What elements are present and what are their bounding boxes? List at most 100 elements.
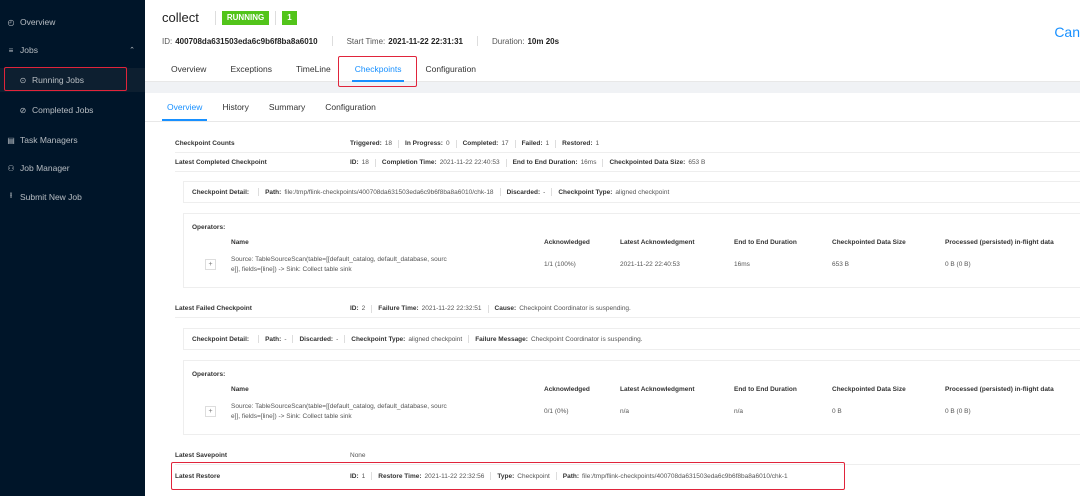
expand-row-button[interactable]: + xyxy=(205,259,216,270)
sidebar-item-submit-new-job[interactable]: ⭱ Submit New Job xyxy=(0,185,145,209)
subtab-configuration[interactable]: Configuration xyxy=(320,93,381,121)
inflight-value: 0 B (0 B) xyxy=(945,408,971,415)
completion-time-label: Completion Time: xyxy=(381,159,437,166)
e2e-value: 16ms xyxy=(734,261,750,268)
checkpoint-type: aligned checkpoint xyxy=(615,188,670,196)
checkpoint-path: - xyxy=(284,335,287,343)
col-latest-ack: Latest Acknowledgment xyxy=(620,386,695,393)
latest-failed-label: Latest Failed Checkpoint xyxy=(175,305,252,312)
col-name: Name xyxy=(231,239,249,246)
col-name: Name xyxy=(231,386,249,393)
e2e-value: n/a xyxy=(734,408,744,415)
checkpoint-type: aligned checkpoint xyxy=(408,335,463,343)
highlight-running-jobs xyxy=(4,67,127,91)
id-label: ID: xyxy=(162,36,173,46)
tab-exceptions[interactable]: Exceptions xyxy=(221,56,281,82)
job-tabs: Overview Exceptions TimeLine Checkpoints… xyxy=(162,56,491,82)
sidebar-item-label: Overview xyxy=(20,17,56,27)
subtab-history[interactable]: History xyxy=(217,93,253,121)
divider xyxy=(214,10,216,25)
data-size: 653 B xyxy=(688,159,706,166)
col-acknowledged: Acknowledged xyxy=(544,386,590,393)
col-latest-ack: Latest Acknowledgment xyxy=(620,239,695,246)
operator-name: Source: TableSourceScan(table=[[default_… xyxy=(231,403,447,420)
latest-failed-row: Latest Failed Checkpoint ID: 2 Failure Ti… xyxy=(175,300,1080,318)
data-size-value: 0 B xyxy=(832,408,842,415)
tab-overview[interactable]: Overview xyxy=(162,56,215,82)
data-size-label: Checkpointed Data Size: xyxy=(609,159,686,166)
discarded-value: - xyxy=(543,188,546,196)
duration: 10m 20s xyxy=(527,36,560,46)
sidebar-item-overview[interactable]: ◴ Overview xyxy=(0,10,145,34)
failure-time: 2021-11-22 22:32:51 xyxy=(421,305,482,312)
e2e-duration: 16ms xyxy=(580,159,597,166)
server-icon: ▤ xyxy=(7,135,15,145)
sidebar-item-task-managers[interactable]: ▤ Task Managers xyxy=(0,128,145,152)
in-progress-label: In Progress: xyxy=(405,140,443,147)
sidebar: ◴ Overview ≡ Jobs ⌃ ⊙ Running Jobs ⊘ Com… xyxy=(0,0,145,496)
cause-label: Cause: xyxy=(494,305,517,312)
checkpoint-type-label: Checkpoint Type: xyxy=(351,335,406,343)
sidebar-item-completed-jobs[interactable]: ⊘ Completed Jobs xyxy=(0,98,145,122)
checkpoint-id: 18 xyxy=(361,159,369,166)
acknowledged-value: 1/1 (100%) xyxy=(544,261,576,268)
failed-label: Failed: xyxy=(521,140,543,147)
highlight-latest-restore xyxy=(171,462,845,490)
tab-timeline[interactable]: TimeLine xyxy=(287,56,340,82)
sidebar-item-jobs[interactable]: ≡ Jobs ⌃ xyxy=(0,38,145,62)
job-name: collect xyxy=(162,10,199,25)
path-label: Path: xyxy=(265,335,282,343)
start-time-label: Start Time: xyxy=(346,36,386,46)
triggered-label: Triggered: xyxy=(350,140,382,147)
tab-configuration[interactable]: Configuration xyxy=(416,56,485,82)
sidebar-item-label: Job Manager xyxy=(20,163,70,173)
operator-name: Source: TableSourceScan(table=[[default_… xyxy=(231,256,447,273)
checkpoint-detail-label: Checkpoint Detail: xyxy=(192,188,250,196)
data-size-value: 653 B xyxy=(832,261,849,268)
e2e-label: End to End Duration: xyxy=(512,159,578,166)
subtab-overview[interactable]: Overview xyxy=(162,93,208,121)
job-id: 400708da631503eda6c9b6f8ba8a6010 xyxy=(175,36,318,46)
duration-label: Duration: xyxy=(492,36,525,46)
checkpoint-subtabs: Overview History Summary Configuration xyxy=(162,93,391,123)
failure-message-label: Failure Message: xyxy=(475,335,528,343)
upload-icon: ⭱ xyxy=(9,191,13,200)
chevron-up-icon: ⌃ xyxy=(129,47,135,54)
failed-count: 1 xyxy=(545,140,550,147)
sidebar-item-job-manager[interactable]: ⚇ Job Manager xyxy=(0,156,145,180)
check-circle-icon: ⊘ xyxy=(19,105,27,115)
cluster-icon: ⚇ xyxy=(7,163,15,173)
checkpoint-type-label: Checkpoint Type: xyxy=(558,188,613,196)
list-icon: ≡ xyxy=(8,45,14,55)
cancel-job-button[interactable]: Can xyxy=(1054,24,1080,40)
job-header: collect RUNNING 1 Can ID: 400708da631503… xyxy=(145,0,1080,87)
sidebar-item-label: Jobs xyxy=(20,45,38,55)
completed-count: 17 xyxy=(501,140,509,147)
id-label: ID: xyxy=(350,305,359,312)
latest-savepoint-label: Latest Savepoint xyxy=(175,452,228,459)
col-inflight: Processed (persisted) in-flight data xyxy=(945,386,1054,393)
completed-checkpoint-detail: Checkpoint Detail: Path: file:/tmp/flink-… xyxy=(183,181,1080,203)
failure-cause: Checkpoint Coordinator is suspending. xyxy=(519,305,631,312)
completed-label: Completed: xyxy=(462,140,499,147)
subtab-summary[interactable]: Summary xyxy=(264,93,310,121)
latest-ack-value: n/a xyxy=(620,408,630,415)
divider xyxy=(275,10,277,25)
path-label: Path: xyxy=(265,188,282,196)
dashboard-icon: ◴ xyxy=(7,17,15,27)
checkpoint-id: 2 xyxy=(361,305,366,312)
checkpoints-card: Overview History Summary Configuration C… xyxy=(145,93,1080,496)
latest-ack-value: 2021-11-22 22:40:53 xyxy=(620,261,680,268)
inflight-value: 0 B (0 B) xyxy=(945,261,971,268)
col-data-size: Checkpointed Data Size xyxy=(832,239,906,246)
col-e2e: End to End Duration xyxy=(734,239,797,246)
highlight-checkpoints-tab xyxy=(338,56,417,87)
expand-row-button[interactable]: + xyxy=(205,406,216,417)
main-content: collect RUNNING 1 Can ID: 400708da631503… xyxy=(145,0,1080,496)
failure-time-label: Failure Time: xyxy=(378,305,419,312)
failed-checkpoint-detail: Checkpoint Detail: Path: - Discarded: - Ch… xyxy=(183,328,1080,350)
status-badge: RUNNING xyxy=(221,10,270,25)
divider xyxy=(145,121,1080,122)
parallelism-badge: 1 xyxy=(282,10,297,25)
discarded-value: - xyxy=(336,335,339,343)
